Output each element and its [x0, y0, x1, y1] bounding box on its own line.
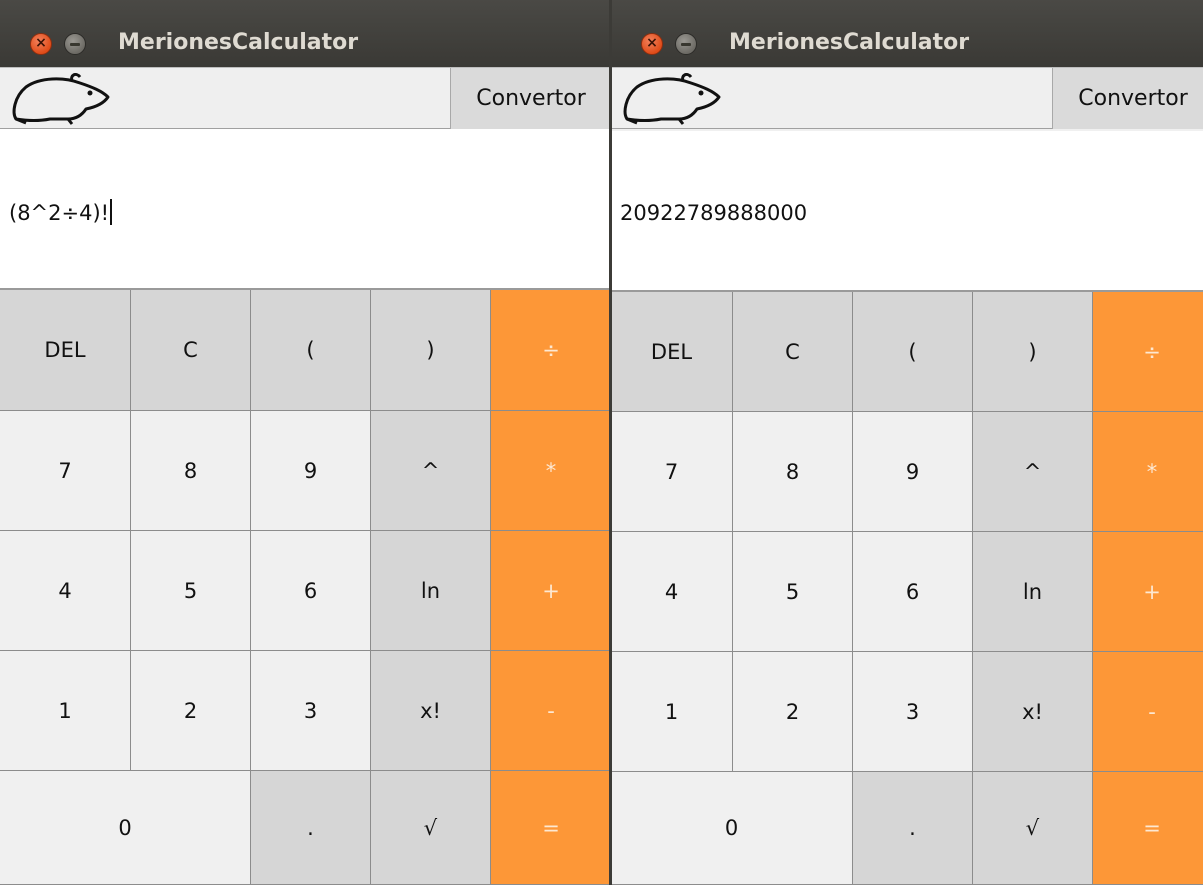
desktop: × MerionesCalculator Convertor (8^2÷4)! … [0, 0, 1203, 885]
subtract-button[interactable]: - [1093, 652, 1203, 772]
digit-2-button[interactable]: 2 [733, 652, 853, 772]
calculator-window-left: × MerionesCalculator Convertor (8^2÷4)! … [0, 0, 611, 885]
app-toolbar: Convertor [611, 67, 1203, 129]
subtract-button[interactable]: - [491, 651, 611, 771]
digit-6-button[interactable]: 6 [853, 532, 973, 652]
del-button[interactable]: DEL [0, 290, 131, 411]
convertor-button[interactable]: Convertor [450, 68, 611, 129]
multiply-button[interactable]: * [1093, 412, 1203, 532]
add-button[interactable]: + [491, 531, 611, 651]
digit-2-button[interactable]: 2 [131, 651, 251, 771]
close-icon[interactable]: × [641, 33, 663, 55]
digit-1-button[interactable]: 1 [611, 652, 733, 772]
text-caret [110, 199, 113, 225]
decimal-point-button[interactable]: . [251, 771, 371, 885]
sqrt-button[interactable]: √ [973, 772, 1093, 885]
window-title: MerionesCalculator [118, 30, 359, 55]
window-titlebar[interactable]: × MerionesCalculator [611, 0, 1203, 67]
minimize-icon[interactable] [675, 33, 697, 55]
convertor-button[interactable]: Convertor [1052, 68, 1203, 129]
window-divider [609, 0, 612, 885]
minimize-icon[interactable] [64, 33, 86, 55]
digit-0-button[interactable]: 0 [611, 772, 853, 885]
ln-button[interactable]: ln [371, 531, 491, 651]
expression-display[interactable]: (8^2÷4)! [0, 129, 611, 290]
multiply-button[interactable]: * [491, 411, 611, 531]
digit-9-button[interactable]: 9 [853, 412, 973, 532]
gerbil-logo-icon [623, 73, 721, 125]
expression-text: (8^2÷4)! [9, 201, 110, 225]
result-text: 20922789888000 [620, 201, 808, 225]
digit-4-button[interactable]: 4 [0, 531, 131, 651]
digit-8-button[interactable]: 8 [131, 411, 251, 531]
calculator-window-right: × MerionesCalculator Convertor 209227898… [611, 0, 1203, 885]
digit-5-button[interactable]: 5 [131, 531, 251, 651]
factorial-button[interactable]: x! [371, 651, 491, 771]
power-button[interactable]: ^ [973, 412, 1093, 532]
digit-3-button[interactable]: 3 [251, 651, 371, 771]
digit-9-button[interactable]: 9 [251, 411, 371, 531]
gerbil-logo-icon [12, 73, 110, 125]
sqrt-button[interactable]: √ [371, 771, 491, 885]
divide-button[interactable]: ÷ [491, 290, 611, 411]
open-paren-button[interactable]: ( [251, 290, 371, 411]
divide-button[interactable]: ÷ [1093, 292, 1203, 412]
add-button[interactable]: + [1093, 532, 1203, 652]
open-paren-button[interactable]: ( [853, 292, 973, 412]
result-display[interactable]: 20922789888000 [611, 131, 1203, 292]
del-button[interactable]: DEL [611, 292, 733, 412]
power-button[interactable]: ^ [371, 411, 491, 531]
digit-1-button[interactable]: 1 [0, 651, 131, 771]
close-icon[interactable]: × [30, 33, 52, 55]
close-paren-button[interactable]: ) [973, 292, 1093, 412]
digit-7-button[interactable]: 7 [0, 411, 131, 531]
digit-8-button[interactable]: 8 [733, 412, 853, 532]
equals-button[interactable]: = [1093, 772, 1203, 885]
display-line: (8^2÷4)! [9, 199, 113, 225]
digit-4-button[interactable]: 4 [611, 532, 733, 652]
decimal-point-button[interactable]: . [853, 772, 973, 885]
digit-0-button[interactable]: 0 [0, 771, 251, 885]
digit-3-button[interactable]: 3 [853, 652, 973, 772]
keypad: DEL C ( ) ÷ 7 8 9 ^ * 4 5 6 ln + 1 2 3 x… [611, 292, 1203, 885]
keypad: DEL C ( ) ÷ 7 8 9 ^ * 4 5 6 ln + 1 2 3 x… [0, 290, 611, 885]
factorial-button[interactable]: x! [973, 652, 1093, 772]
equals-button[interactable]: = [491, 771, 611, 885]
digit-5-button[interactable]: 5 [733, 532, 853, 652]
digit-7-button[interactable]: 7 [611, 412, 733, 532]
clear-button[interactable]: C [131, 290, 251, 411]
app-toolbar: Convertor [0, 67, 611, 129]
digit-6-button[interactable]: 6 [251, 531, 371, 651]
window-titlebar[interactable]: × MerionesCalculator [0, 0, 611, 67]
clear-button[interactable]: C [733, 292, 853, 412]
close-paren-button[interactable]: ) [371, 290, 491, 411]
ln-button[interactable]: ln [973, 532, 1093, 652]
window-title: MerionesCalculator [729, 30, 970, 55]
